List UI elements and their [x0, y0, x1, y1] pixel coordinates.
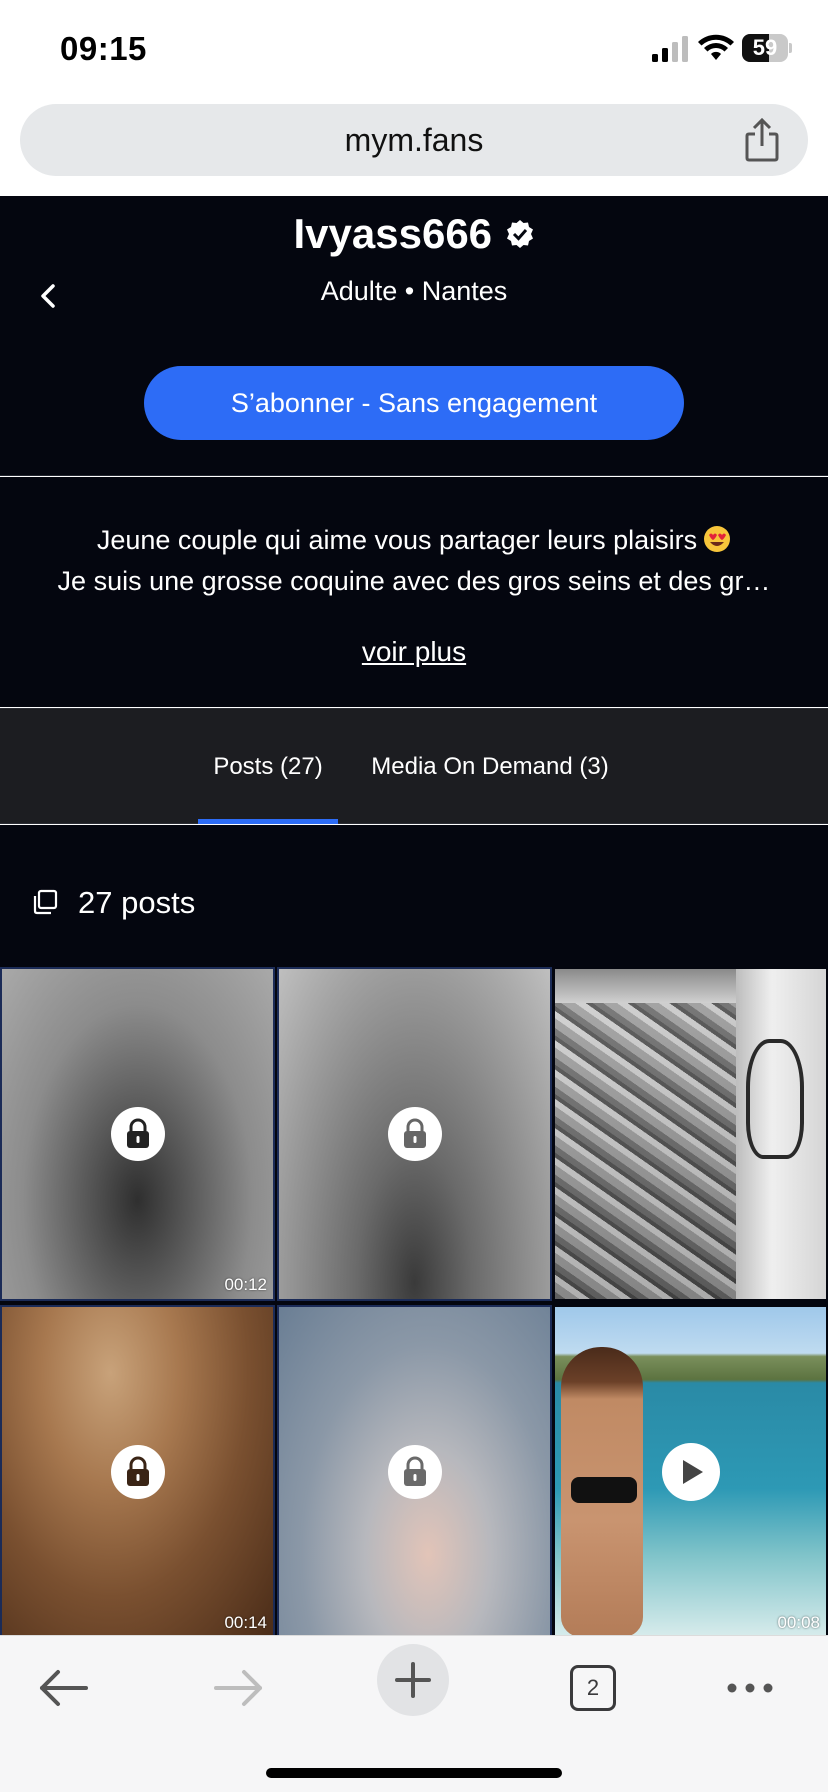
- see-more-link-row: voir plus: [0, 636, 828, 668]
- video-duration: 00:08: [777, 1613, 820, 1632]
- home-indicator: [266, 1768, 562, 1778]
- photo-detail: [571, 1477, 637, 1503]
- content-tabs: Posts (27) Media On Demand (3): [0, 708, 828, 824]
- lock-badge: [387, 1445, 442, 1499]
- profile-subtitle: Adulte • Nantes: [320, 276, 508, 306]
- active-tab-indicator: [198, 819, 338, 824]
- plus-icon: [395, 1662, 431, 1698]
- cellular-signal-icon: [652, 36, 688, 62]
- more-options-icon[interactable]: [720, 1660, 780, 1716]
- tab-posts[interactable]: Posts (27): [198, 709, 338, 825]
- share-icon[interactable]: [742, 118, 782, 162]
- tab-media-on-demand[interactable]: Media On Demand (3): [360, 709, 620, 825]
- lock-badge: [110, 1107, 165, 1161]
- bio-line-2: Je suis une grosse coquine avec des gros…: [57, 566, 771, 596]
- post-tile-1[interactable]: 00:12: [0, 967, 275, 1301]
- posts-count: 27 posts: [78, 885, 196, 920]
- gallery-stack-icon: [33, 889, 58, 915]
- bio-line-1: Jeune couple qui aime vous partager leur…: [0, 525, 828, 556]
- lock-badge: [387, 1107, 442, 1161]
- lock-icon: [403, 1456, 426, 1486]
- play-badge: [661, 1443, 720, 1501]
- post-tile-4[interactable]: 00:14: [0, 1305, 275, 1635]
- profile-bio: Jeune couple qui aime vous partager leur…: [0, 477, 828, 707]
- browser-forward-icon[interactable]: [208, 1660, 268, 1716]
- tabs-switcher-button[interactable]: 2: [562, 1660, 622, 1716]
- video-duration: 00:12: [224, 1275, 267, 1294]
- lock-badge: [110, 1445, 165, 1499]
- browser-toolbar: 2: [0, 1635, 828, 1792]
- status-time: 09:15: [60, 30, 147, 67]
- profile-name-row: Ivyass666: [0, 210, 828, 258]
- new-tab-button[interactable]: [377, 1644, 449, 1716]
- post-tile-3[interactable]: [553, 967, 828, 1301]
- browser-address-area: mym.fans: [0, 96, 828, 196]
- lock-icon: [403, 1118, 426, 1148]
- bio-line-1-text: Jeune couple qui aime vous partager leur…: [96, 525, 698, 555]
- wifi-icon: [698, 34, 734, 60]
- video-duration: 00:14: [224, 1613, 267, 1632]
- profile-username: Ivyass666: [293, 210, 493, 257]
- battery-percent: 59: [752, 35, 778, 60]
- posts-count-row: 27 posts: [0, 825, 828, 967]
- post-tile-6[interactable]: 00:08: [553, 1305, 828, 1635]
- verified-badge-icon: [506, 220, 533, 248]
- play-icon: [682, 1460, 703, 1484]
- browser-back-icon[interactable]: [34, 1660, 94, 1716]
- battery-indicator: 59: [742, 34, 792, 62]
- see-more-link[interactable]: voir plus: [362, 636, 466, 667]
- status-bar: 09:15 59: [0, 0, 828, 96]
- address-url[interactable]: mym.fans: [20, 104, 808, 176]
- profile-header: Ivyass666 Adulte • Nantes S’abonner - Sa…: [0, 196, 828, 476]
- post-tile-2[interactable]: [277, 967, 552, 1301]
- lock-icon: [126, 1456, 149, 1486]
- subscribe-button[interactable]: S’abonner - Sans engagement: [144, 366, 684, 440]
- posts-grid: 00:12 00:14 00:08: [0, 967, 828, 1635]
- lock-icon: [126, 1118, 149, 1148]
- address-bar[interactable]: mym.fans: [20, 104, 808, 176]
- tab-count: 2: [570, 1665, 616, 1711]
- post-tile-5[interactable]: [277, 1305, 552, 1635]
- photo-detail: [746, 1039, 804, 1159]
- heart-eyes-emoji-icon: [704, 526, 731, 552]
